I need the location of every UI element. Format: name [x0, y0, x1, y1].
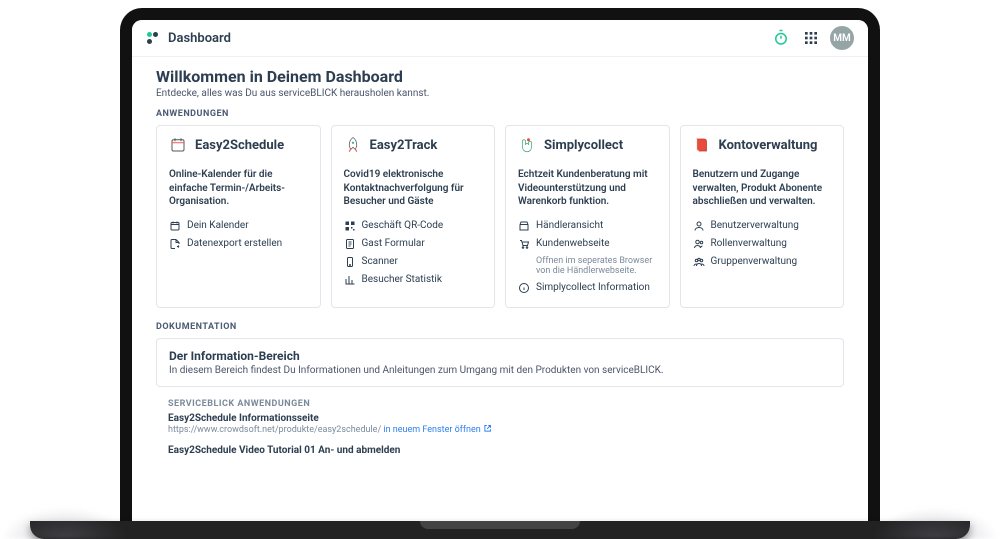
doc-item-title: Easy2Schedule Informationsseite: [168, 413, 832, 424]
section-apps-label: ANWENDUNGEN: [156, 109, 844, 119]
calendar-small-icon: [169, 220, 181, 232]
card-easy2schedule: Easy2Schedule Online-Kalender für die ei…: [156, 125, 321, 308]
card-title: Simplycollect: [544, 138, 623, 153]
logo-icon: [146, 31, 160, 45]
link-statistik[interactable]: Besucher Statistik: [344, 271, 483, 289]
store-icon: [518, 220, 530, 232]
export-icon: [169, 238, 181, 250]
app-cards: Easy2Schedule Online-Kalender für die ei…: [156, 125, 844, 308]
link-info[interactable]: Simplycollect Information: [518, 279, 657, 297]
group-icon: [693, 256, 705, 268]
card-desc: Echtzeit Kundenberatung mit Videounterst…: [518, 168, 657, 209]
cart-icon: [518, 238, 530, 250]
link-benutzer[interactable]: Benutzerverwaltung: [693, 217, 832, 235]
welcome-subtitle: Entdecke, alles was Du aus serviceBLICK …: [156, 88, 844, 99]
link-kundenweb[interactable]: Kundenwebseite: [518, 235, 657, 253]
document-icon: [344, 238, 356, 250]
laptop-notch: [420, 521, 580, 529]
doc-info-panel: Der Information-Bereich In diesem Bereic…: [156, 338, 844, 387]
link-rollen[interactable]: Rollenverwaltung: [693, 235, 832, 253]
card-simplycollect: Simplycollect Echtzeit Kundenberatung mi…: [505, 125, 670, 308]
link-dein-kalender[interactable]: Dein Kalender: [169, 217, 308, 235]
welcome-title: Willkommen in Deinem Dashboard: [156, 67, 844, 86]
timer-icon[interactable]: [770, 27, 792, 49]
doc-section-label: SERVICEBLICK ANWENDUNGEN: [168, 399, 832, 409]
user-icon: [693, 220, 705, 232]
card-title: Easy2Schedule: [195, 138, 284, 153]
doc-item-url-row: https://www.crowdsoft.net/produkte/easy2…: [168, 424, 832, 435]
link-note: Offnen im seperates Browser von die Händ…: [518, 253, 657, 279]
card-easy2track: Easy2Track Covid19 elektronische Kontakt…: [331, 125, 496, 308]
hand-icon: [518, 136, 536, 154]
chart-icon: [344, 274, 356, 286]
users-icon: [693, 238, 705, 250]
card-desc: Online-Kalender für die einfache Termin-…: [169, 168, 308, 209]
section-docs-label: DOKUMENTATION: [156, 322, 844, 332]
link-gruppen[interactable]: Gruppenverwaltung: [693, 253, 832, 271]
link-qrcode[interactable]: Geschäft QR-Code: [344, 217, 483, 235]
rocket-icon: [344, 136, 362, 154]
doc-item-title: Easy2Schedule Video Tutorial 01 An- und …: [168, 445, 832, 456]
doc-list: SERVICEBLICK ANWENDUNGEN Easy2Schedule I…: [156, 399, 844, 456]
card-konto: Kontoverwaltung Benutzern und Zugange ve…: [680, 125, 845, 308]
page-title: Dashboard: [168, 31, 231, 46]
card-title: Kontoverwaltung: [719, 138, 818, 153]
open-new-window-link[interactable]: in neuem Fenster öffnen: [383, 425, 492, 435]
calendar-icon: [169, 136, 187, 154]
link-formular[interactable]: Gast Formular: [344, 235, 483, 253]
card-desc: Covid19 elektronische Kontaktnachverfolg…: [344, 168, 483, 209]
avatar[interactable]: MM: [830, 26, 854, 50]
link-haendler[interactable]: Händleransicht: [518, 217, 657, 235]
apps-grid-icon[interactable]: [800, 27, 822, 49]
topbar: Dashboard MM: [132, 20, 868, 57]
card-title: Easy2Track: [370, 138, 438, 153]
mobile-icon: [344, 256, 356, 268]
link-datenexport[interactable]: Datenexport erstellen: [169, 235, 308, 253]
info-icon: [518, 282, 530, 294]
link-scanner[interactable]: Scanner: [344, 253, 483, 271]
card-desc: Benutzern und Zugange verwalten, Produkt…: [693, 168, 832, 209]
doc-subtitle: In diesem Bereich findest Du Information…: [169, 365, 831, 376]
qrcode-icon: [344, 220, 356, 232]
doc-title: Der Information-Bereich: [169, 349, 831, 363]
book-icon: [693, 136, 711, 154]
